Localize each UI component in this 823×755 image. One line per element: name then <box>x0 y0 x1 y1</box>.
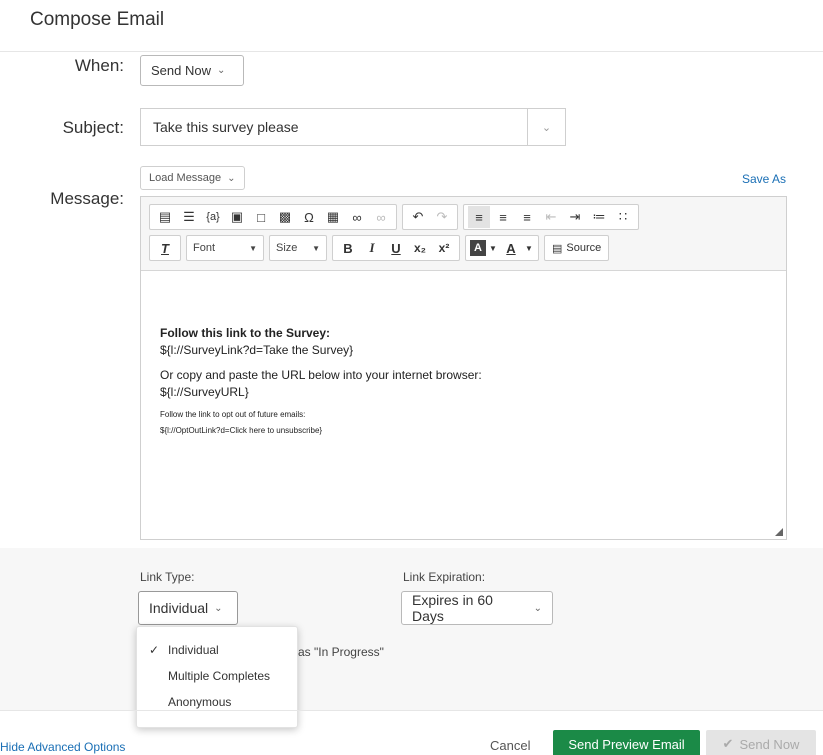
text-color-icon[interactable]: A <box>500 237 522 259</box>
bold-icon[interactable]: B <box>337 237 359 259</box>
bullet-list-icon[interactable]: ∷ <box>612 206 634 228</box>
subject-input[interactable]: Take this survey please <box>141 119 527 135</box>
survey-url-code: ${l://SurveyURL} <box>160 385 249 399</box>
message-label: Message: <box>50 189 124 208</box>
cancel-button[interactable]: Cancel <box>490 738 530 753</box>
history-toolbar-group: ↶ ↷ <box>402 204 458 230</box>
clear-format-icon[interactable]: T <box>154 237 176 259</box>
save-as-link[interactable]: Save As <box>742 172 786 186</box>
undo-icon[interactable]: ↶ <box>407 206 429 228</box>
table-icon[interactable]: ▦ <box>322 206 344 228</box>
when-dropdown[interactable]: Send Now ⌄ <box>140 55 244 86</box>
opt-out-instructions: Follow the link to opt out of future ema… <box>160 410 306 419</box>
source-button[interactable]: ▤ Source <box>544 235 610 261</box>
load-message-dropdown[interactable]: Load Message ⌄ <box>140 166 245 190</box>
indent-icon[interactable]: ⇥ <box>564 206 586 228</box>
check-icon: ✓ <box>149 643 160 657</box>
paragraph-toolbar-group: ≡ ≡ ≡ ⇤ ⇥ ≔ ∷ <box>463 204 639 230</box>
media-icon[interactable]: ▩ <box>274 206 296 228</box>
title-divider <box>0 51 823 52</box>
underline-icon[interactable]: U <box>385 237 407 259</box>
caret-down-icon[interactable]: ▼ <box>524 237 534 259</box>
when-value: Send Now <box>151 63 211 78</box>
superscript-icon[interactable]: x² <box>433 237 455 259</box>
link-expiration-value: Expires in 60 Days <box>412 592 493 624</box>
redo-icon[interactable]: ↷ <box>431 206 453 228</box>
unlink-icon[interactable]: ∞ <box>370 206 392 228</box>
size-select-label: Size <box>276 242 298 254</box>
menu-item-anonymous[interactable]: Anonymous <box>137 689 297 715</box>
link-expiration-label: Link Expiration: <box>403 570 486 584</box>
when-label: When: <box>74 56 124 75</box>
special-character-icon[interactable]: Ω <box>298 206 320 228</box>
hide-advanced-options-link[interactable]: Hide Advanced Options <box>0 740 125 754</box>
partially-hidden-text: as "In Progress" <box>298 645 384 659</box>
insert-toolbar-group: ▤ ☰ {a} ▣ □ ▩ Ω ▦ ∞ ∞ <box>149 204 397 230</box>
bulleted-list-icon[interactable]: ☰ <box>178 206 200 228</box>
link-expiration-dropdown[interactable]: Expires in 60 Days ⌄ <box>401 591 553 625</box>
color-group: A ▼ A ▼ <box>465 235 539 261</box>
menu-item-label: Multiple Completes <box>168 669 271 683</box>
subject-label: Subject: <box>62 118 124 137</box>
image-icon[interactable]: ▣ <box>226 206 248 228</box>
chevron-down-icon: ⌄ <box>216 65 226 76</box>
menu-item-label: Anonymous <box>168 695 232 709</box>
chevron-down-icon: ⌄ <box>533 602 542 614</box>
footer-divider <box>0 710 823 711</box>
send-now-label: Send Now <box>739 736 800 752</box>
dialog-title: Compose Email <box>30 9 165 30</box>
message-editor[interactable]: ▤ ☰ {a} ▣ □ ▩ Ω ▦ ∞ ∞ ↶ ↷ ≡ ≡ ≡ ⇤ ⇥ ≔ ∷ … <box>140 196 787 540</box>
align-center-icon[interactable]: ≡ <box>492 206 514 228</box>
chevron-down-icon: ⌄ <box>227 172 236 184</box>
page-icon[interactable]: □ <box>250 206 272 228</box>
link-type-dropdown[interactable]: Individual ⌄ <box>138 591 238 625</box>
clear-format-group: T <box>149 235 181 261</box>
paste-icon[interactable]: ▤ <box>154 206 176 228</box>
source-icon: ▤ <box>552 242 563 255</box>
italic-icon[interactable]: I <box>361 237 383 259</box>
align-left-icon[interactable]: ≡ <box>468 206 490 228</box>
text-style-group: B I U x₂ x² <box>332 235 460 261</box>
align-right-icon[interactable]: ≡ <box>516 206 538 228</box>
editor-toolbar: ▤ ☰ {a} ▣ □ ▩ Ω ▦ ∞ ∞ ↶ ↷ ≡ ≡ ≡ ⇤ ⇥ ≔ ∷ … <box>141 197 786 271</box>
menu-item-individual[interactable]: ✓ Individual <box>137 637 297 663</box>
send-now-button[interactable]: ✔ Send Now <box>706 730 816 755</box>
link-type-label: Link Type: <box>140 570 195 584</box>
survey-link-code: ${l://SurveyLink?d=Take the Survey} <box>160 343 354 357</box>
size-select[interactable]: Size ▼ <box>269 235 327 261</box>
subject-field[interactable]: Take this survey please ⌄ <box>140 108 566 146</box>
check-icon: ✔ <box>722 736 734 751</box>
caret-down-icon: ▼ <box>312 243 320 253</box>
survey-url-instructions: Or copy and paste the URL below into you… <box>160 368 482 382</box>
resize-handle-icon[interactable] <box>775 528 783 536</box>
source-label: Source <box>566 242 602 254</box>
link-type-menu: ✓ Individual Multiple Completes Anonymou… <box>136 626 298 728</box>
font-select-label: Font <box>193 242 216 254</box>
caret-down-icon: ▼ <box>249 243 257 253</box>
placeholder-icon[interactable]: {a} <box>202 206 224 228</box>
subject-dropdown-icon[interactable]: ⌄ <box>527 109 565 145</box>
font-select[interactable]: Font ▼ <box>186 235 264 261</box>
link-icon[interactable]: ∞ <box>346 206 368 228</box>
load-message-label: Load Message <box>149 172 222 184</box>
caret-down-icon[interactable]: ▼ <box>488 237 498 259</box>
chevron-down-icon: ⌄ <box>214 602 223 614</box>
survey-link-heading: Follow this link to the Survey: <box>160 326 331 340</box>
send-preview-email-button[interactable]: Send Preview Email <box>553 730 700 755</box>
editor-content[interactable]: Follow this link to the Survey: ${l://Su… <box>141 271 786 437</box>
background-color-icon[interactable]: A <box>470 240 486 256</box>
subscript-icon[interactable]: x₂ <box>409 237 431 259</box>
opt-out-code: ${l://OptOutLink?d=Click here to unsubsc… <box>160 426 323 435</box>
link-type-value: Individual <box>149 600 209 616</box>
outdent-icon[interactable]: ⇤ <box>540 206 562 228</box>
menu-item-multiple-completes[interactable]: Multiple Completes <box>137 663 297 689</box>
numbered-list-icon[interactable]: ≔ <box>588 206 610 228</box>
